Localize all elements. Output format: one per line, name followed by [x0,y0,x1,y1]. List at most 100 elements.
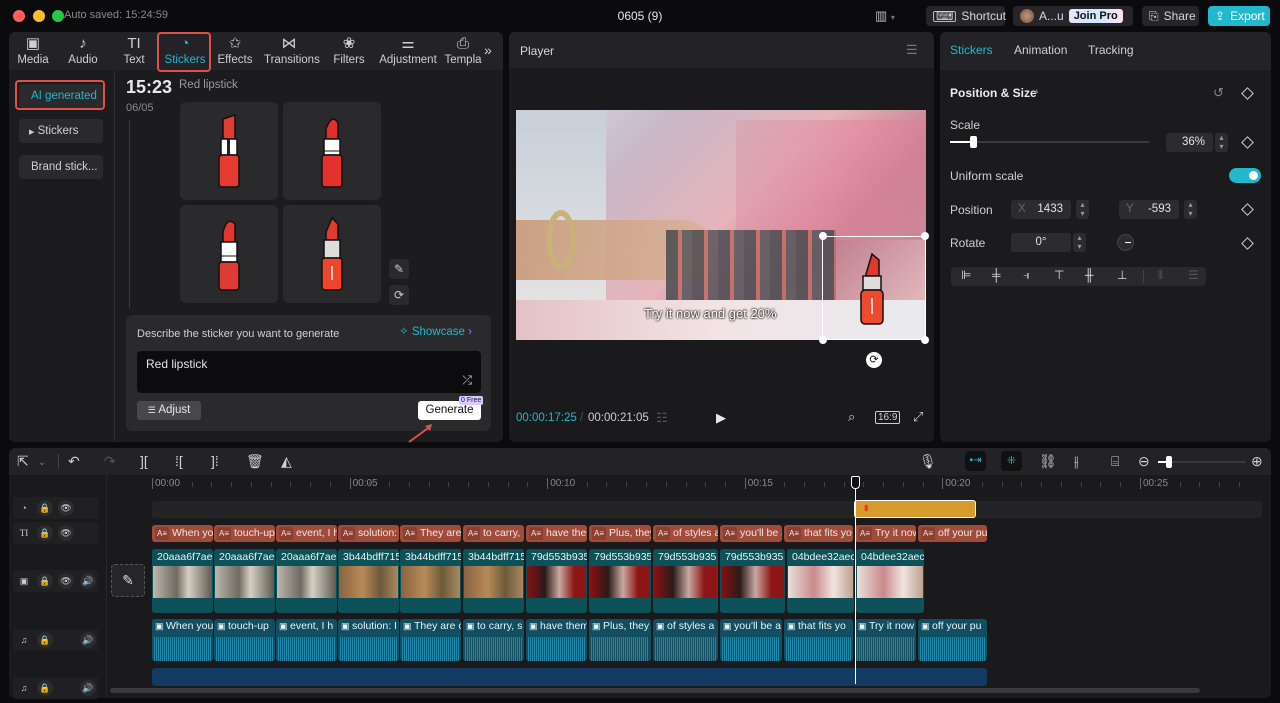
video-clip[interactable]: 3b44bdff715 [463,549,524,613]
collapse-icon[interactable]: ▲ [1033,88,1040,95]
audio-clip[interactable]: ▣ Plus, they [589,619,651,661]
maximize-window-button[interactable] [52,10,64,22]
audio-clip[interactable]: ▣ event, I h [276,619,337,661]
audio-clip[interactable]: ▣ touch-up [214,619,275,661]
nav-brand-stickers[interactable]: Brand stick... [19,155,103,179]
chevron-down-icon[interactable]: ⌄ [38,457,46,468]
text-clip[interactable]: A≡Plus, they [589,525,651,542]
text-clip[interactable]: A≡off your pu [918,525,987,542]
audio-clip[interactable]: ▣ off your pu [918,619,987,661]
adjust-button[interactable]: ☰ Adjust [137,401,201,420]
tab-tracking[interactable]: Tracking [1088,43,1134,57]
audio-clip[interactable]: ▣ have them [526,619,587,661]
text-clip[interactable]: A≡of styles a [653,525,718,542]
minimize-window-button[interactable] [33,10,45,22]
audio-clip[interactable]: ▣ to carry, s [463,619,524,661]
align-bottom-icon[interactable]: ⊥ [1117,268,1127,282]
scale-slider-thumb[interactable] [970,136,977,148]
nav-stickers[interactable]: ▶ Stickers [19,119,103,143]
shuffle-icon[interactable]: ⤮ [462,373,472,388]
lock-icon[interactable]: 🔒 [37,680,53,696]
main-track-magnet-icon[interactable]: ▪⇥ [965,451,986,471]
eye-icon[interactable]: 👁 [58,500,74,516]
redo-icon[interactable]: ↷ [104,453,116,470]
speaker-icon[interactable]: 🔊 [80,573,96,589]
player-menu-icon[interactable]: ☰ [906,42,918,58]
video-clip[interactable]: 20aaa6f7ae [214,549,275,613]
audio-clip[interactable]: ▣ you'll be a [720,619,782,661]
sticker-result[interactable] [180,102,278,200]
mirror-icon[interactable]: ◭ [281,453,292,470]
rotate-handle-icon[interactable]: ⟳ [866,352,882,368]
split-preview-icon[interactable]: ⫲ [1074,453,1079,470]
close-window-button[interactable] [13,10,25,22]
audio-clip[interactable]: ▣ When you [152,619,213,661]
zoom-in-icon[interactable]: ⊕ [1251,453,1263,470]
layout-icon[interactable]: ▥ ▾ [875,8,895,24]
lock-icon[interactable]: 🔒 [37,573,53,589]
position-y-stepper[interactable]: ▴▾ [1184,200,1197,219]
edit-cover-button[interactable]: ✎ [111,564,145,597]
video-clip[interactable]: 04bdee32aec [787,549,854,613]
position-x-input[interactable]: X 1433 [1011,200,1071,219]
account-button[interactable]: A...u Join Pro [1013,6,1133,26]
text-clip[interactable]: A≡When you [152,525,213,542]
reset-icon[interactable]: ↺ [1213,85,1224,101]
join-pro-badge[interactable]: Join Pro [1069,9,1123,23]
lock-icon[interactable]: 🔒 [37,525,53,541]
undo-icon[interactable]: ↶ [68,453,80,470]
regenerate-icon[interactable]: ⟳ [389,285,409,305]
tab-effects[interactable]: ✩Effects [210,34,260,66]
resize-handle[interactable] [921,232,929,240]
music-clip[interactable] [152,668,987,686]
audio-clip[interactable]: ▣ that fits yo [784,619,853,661]
select-tool-icon[interactable]: ⇱ [17,453,29,470]
sticker-clip[interactable]: ▮ [854,500,976,518]
audio-clip[interactable]: ▣ solution: I [338,619,399,661]
text-clip[interactable]: A≡have them [526,525,587,542]
position-y-input[interactable]: Y -593 [1119,200,1179,219]
audio-clip[interactable]: ▣ Try it now a [855,619,916,661]
playhead-handle[interactable] [851,476,860,489]
video-clip[interactable]: 20aaa6f7ae [152,549,213,613]
lock-icon[interactable]: 🔒 [37,632,53,648]
align-left-icon[interactable]: ⊫ [961,268,971,282]
timeline-markers-icon[interactable]: ☷ [656,410,668,426]
scale-slider[interactable] [950,141,1149,143]
eye-icon[interactable]: 👁 [58,573,74,589]
prompt-input[interactable]: Red lipstick ⤮ [137,351,481,393]
video-clip[interactable]: 79d553b935 [653,549,718,613]
resize-handle[interactable] [819,232,827,240]
video-clip[interactable]: 3b44bdff715 [400,549,461,613]
preview-axis-icon[interactable]: ⌸ [1111,453,1119,470]
zoom-out-icon[interactable]: ⊖ [1138,453,1150,470]
distribute-v-icon[interactable]: ☰ [1188,268,1199,282]
align-top-icon[interactable]: ⊤ [1054,268,1064,282]
sticker-result[interactable] [180,205,278,303]
share-button[interactable]: ⎘ Share [1142,6,1199,26]
tab-filters[interactable]: ❀Filters [324,34,374,66]
video-clip[interactable]: 79d553b935 [720,549,785,613]
play-icon[interactable]: ▶ [716,410,726,426]
position-x-stepper[interactable]: ▴▾ [1076,200,1089,219]
tab-templa[interactable]: ⎙Templa [438,34,488,66]
sticker-result[interactable] [283,205,381,303]
resize-handle[interactable] [819,336,827,344]
text-clip[interactable]: A≡They are [400,525,461,542]
rotate-dial[interactable] [1117,234,1134,251]
fullscreen-icon[interactable]: ⤢ [913,409,923,425]
audio-clip[interactable]: ▣ They are c [400,619,461,661]
video-preview[interactable]: Try it now and get 20% [516,110,926,340]
export-button[interactable]: ⇪ Export [1208,6,1270,26]
align-center-h-icon[interactable]: ╪ [992,268,1001,282]
video-clip[interactable]: 3b44bdff715 [338,549,399,613]
shortcut-button[interactable]: ⌨ Shortcut [926,6,1005,26]
video-clip[interactable]: 79d553b935 [526,549,587,613]
tab-media[interactable]: ▣Media [8,34,58,66]
split-icon[interactable]: ][ [140,453,148,469]
lipstick-sticker-overlay-icon[interactable] [856,252,888,328]
auto-snap-icon[interactable]: ⁜ [1001,451,1022,471]
zoom-slider-thumb[interactable] [1166,456,1172,468]
zoom-preview-icon[interactable]: ⌕ [848,409,855,425]
split-left-icon[interactable]: ⁞[ [175,453,183,469]
